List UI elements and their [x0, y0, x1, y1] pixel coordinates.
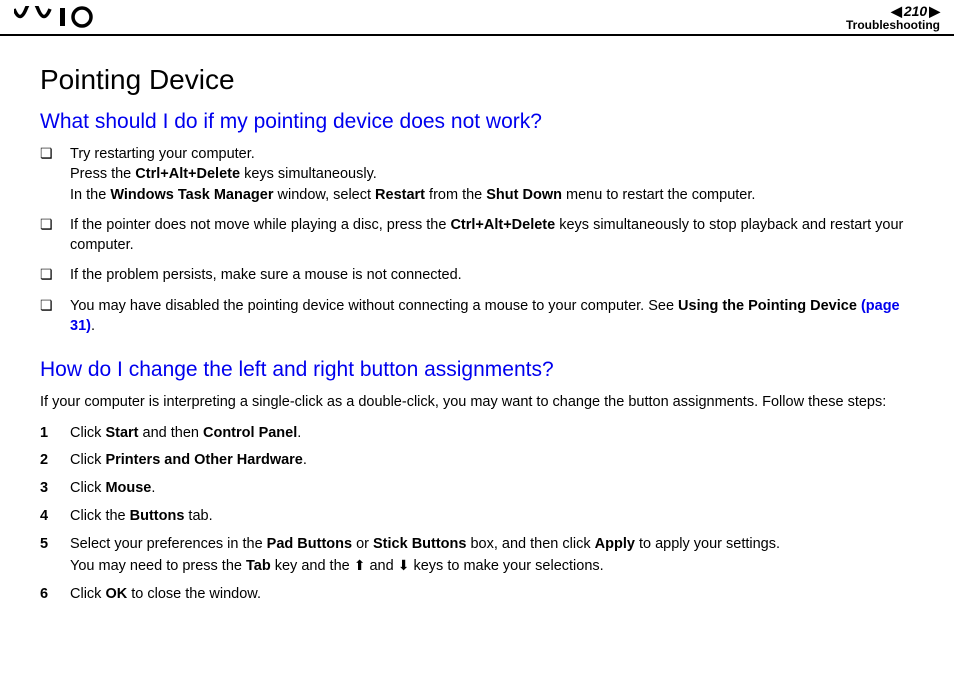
down-arrow-icon: ⬇ [398, 557, 410, 573]
bullet-item: Try restarting your computer. Press the … [40, 144, 914, 205]
step-item: 2Click Printers and Other Hardware. [40, 450, 914, 472]
page-title: Pointing Device [40, 64, 914, 96]
page-header: ◀ 210 ▶ Troubleshooting [0, 0, 954, 36]
question-2-steps: 1Click Start and then Control Panel. 2Cl… [40, 423, 914, 606]
step-item: 5Select your preferences in the Pad Butt… [40, 534, 914, 579]
vaio-logo [14, 6, 110, 28]
step-item: 1Click Start and then Control Panel. [40, 423, 914, 445]
step-item: 3Click Mouse. [40, 478, 914, 500]
vaio-logo-icon [14, 6, 110, 28]
question-2-intro: If your computer is interpreting a singl… [40, 392, 914, 412]
question-2-heading: How do I change the left and right butto… [40, 358, 914, 382]
question-1-list: Try restarting your computer. Press the … [40, 144, 914, 336]
next-page-arrow-icon[interactable]: ▶ [929, 4, 940, 18]
page-nav: ◀ 210 ▶ [891, 4, 940, 18]
content: Pointing Device What should I do if my p… [0, 36, 954, 606]
bullet-item: You may have disabled the pointing devic… [40, 296, 914, 337]
bullet-item: If the pointer does not move while playi… [40, 215, 914, 256]
bullet-item: If the problem persists, make sure a mou… [40, 265, 914, 285]
up-arrow-icon: ⬆ [354, 557, 366, 573]
prev-page-arrow-icon[interactable]: ◀ [891, 4, 902, 18]
section-label: Troubleshooting [846, 19, 940, 31]
step-item: 4Click the Buttons tab. [40, 506, 914, 528]
question-1-heading: What should I do if my pointing device d… [40, 110, 914, 134]
step-item: 6Click OK to close the window. [40, 584, 914, 606]
page-number: 210 [904, 4, 927, 18]
header-right: ◀ 210 ▶ Troubleshooting [846, 4, 940, 31]
